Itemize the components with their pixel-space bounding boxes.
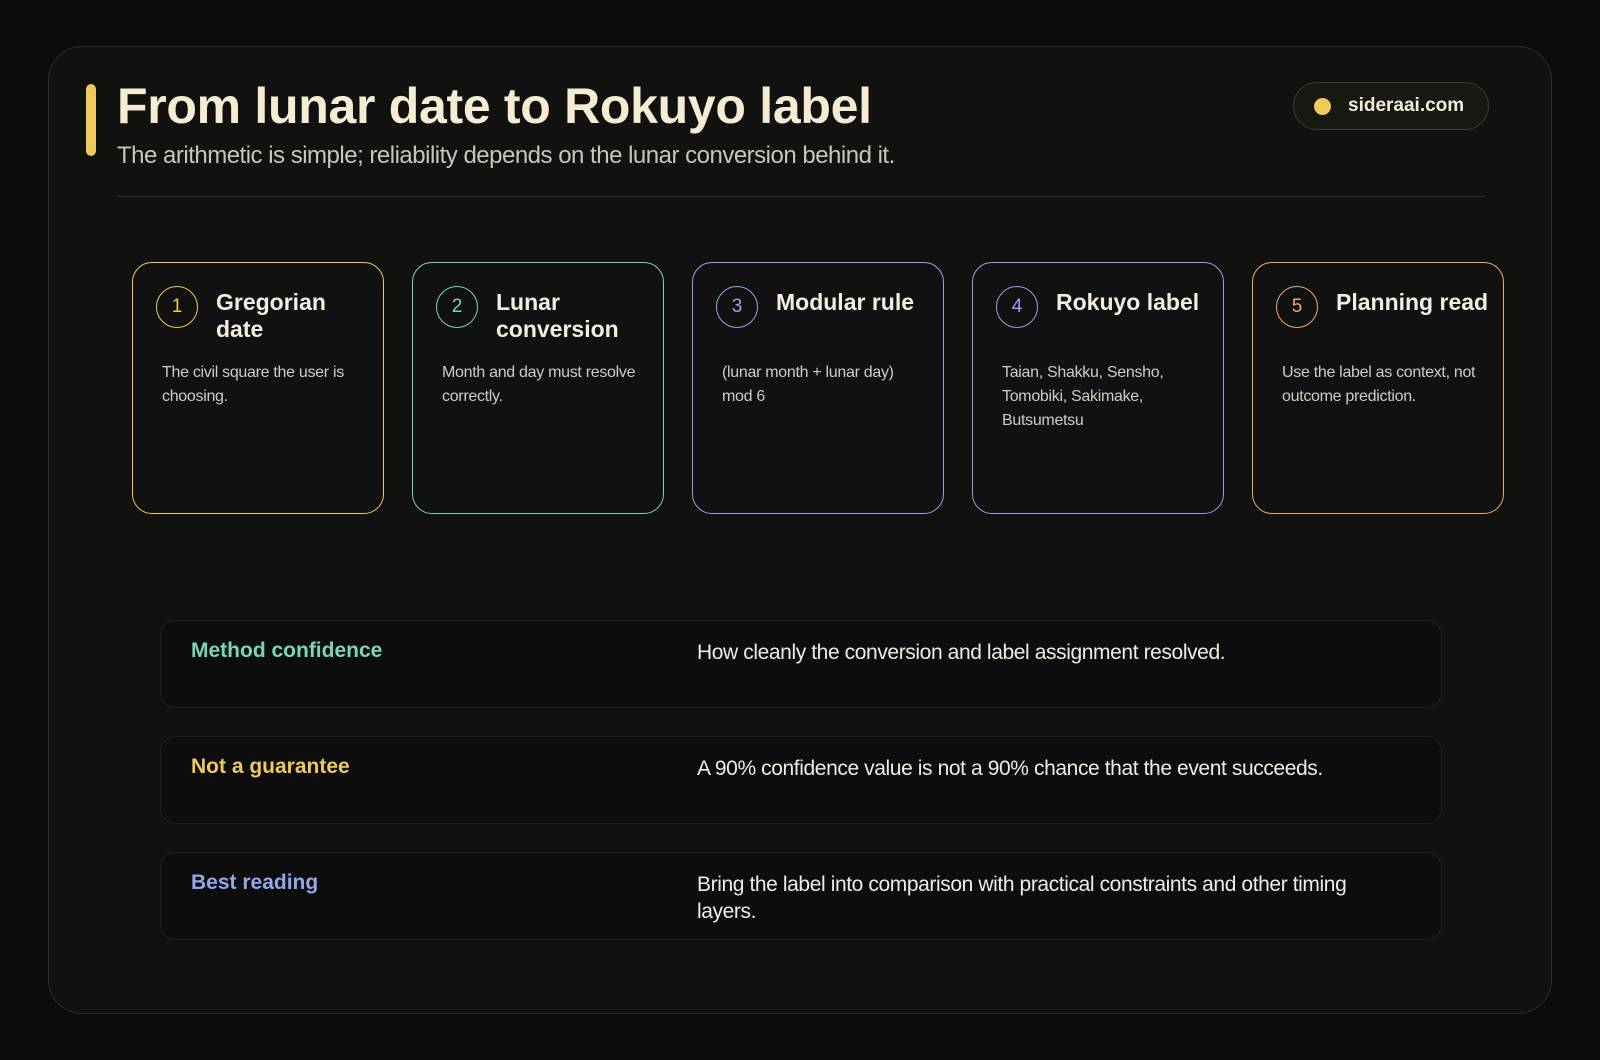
step-card-planning-read: 5 Planning read Use the label as context… — [1252, 262, 1504, 514]
note-text: How cleanly the conversion and label ass… — [697, 641, 1226, 664]
note-row-not-a-guarantee: Not a guarantee A 90% confidence value i… — [160, 736, 1442, 824]
step-title: Lunar conversion — [496, 289, 619, 342]
step-number-badge: 2 — [436, 286, 478, 328]
step-title: Gregorian date — [216, 289, 326, 342]
note-label: Method confidence — [191, 639, 383, 662]
step-card-rokuyo-label: 4 Rokuyo label Taian, Shakku, Sensho, To… — [972, 262, 1224, 514]
step-number-badge: 3 — [716, 286, 758, 328]
note-label: Best reading — [191, 871, 319, 894]
step-card-modular-rule: 3 Modular rule (lunar month + lunar day)… — [692, 262, 944, 514]
step-description: The civil square the user is choosing. — [162, 364, 344, 405]
step-number-badge: 5 — [1276, 286, 1318, 328]
note-row-best-reading: Best reading Bring the label into compar… — [160, 852, 1442, 940]
note-label: Not a guarantee — [191, 755, 350, 778]
site-badge[interactable]: sideraai.com — [1293, 82, 1489, 130]
step-card-gregorian-date: 1 Gregorian date The civil square the us… — [132, 262, 384, 514]
note-text: Bring the label into comparison with pra… — [697, 873, 1347, 923]
step-description: (lunar month + lunar day) mod 6 — [722, 364, 894, 405]
step-description: Taian, Shakku, Sensho, Tomobiki, Sakimak… — [1002, 364, 1164, 429]
step-number-badge: 1 — [156, 286, 198, 328]
step-description: Use the label as context, not outcome pr… — [1282, 364, 1476, 405]
title-accent-bar — [86, 84, 96, 156]
step-card-lunar-conversion: 2 Lunar conversion Month and day must re… — [412, 262, 664, 514]
note-text: A 90% confidence value is not a 90% chan… — [697, 757, 1323, 780]
header-divider — [117, 196, 1485, 197]
site-name: sideraai.com — [1348, 95, 1465, 116]
page-subtitle: The arithmetic is simple; reliability de… — [117, 142, 895, 169]
step-title: Planning read — [1336, 289, 1489, 315]
site-dot-icon — [1314, 97, 1331, 115]
step-description: Month and day must resolve correctly. — [442, 364, 636, 405]
step-title: Rokuyo label — [1056, 289, 1200, 315]
step-title: Modular rule — [776, 289, 915, 315]
page-title: From lunar date to Rokuyo label — [117, 78, 872, 134]
note-row-method-confidence: Method confidence How cleanly the conver… — [160, 620, 1442, 708]
step-number-badge: 4 — [996, 286, 1038, 328]
